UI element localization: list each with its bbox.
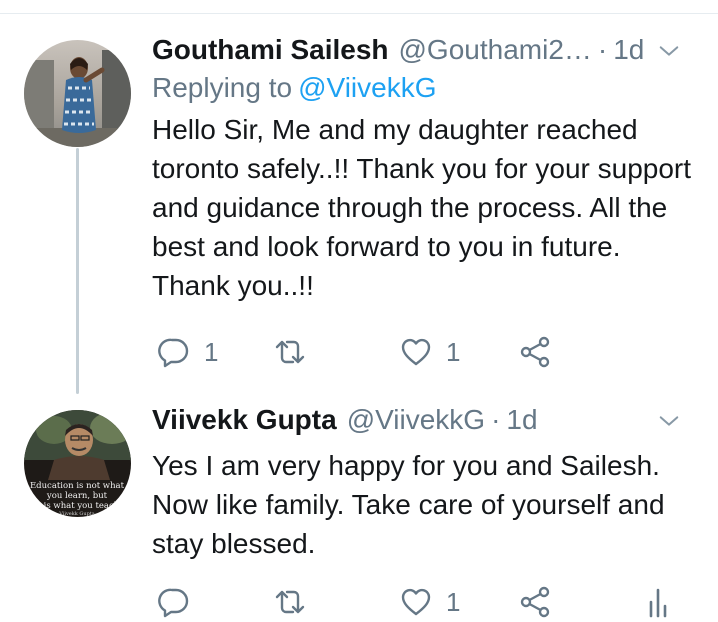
share-button[interactable] (520, 582, 552, 622)
retweet-button[interactable] (274, 582, 320, 622)
tweet-text: Hello Sir, Me and my daughter reached to… (152, 114, 692, 301)
like-icon (401, 338, 431, 366)
top-divider (0, 13, 718, 14)
separator-dot: · (597, 34, 608, 65)
reply-button[interactable] (158, 582, 204, 622)
svg-text:Education is not what: Education is not what (30, 481, 125, 491)
tweet-body: Gouthami Sailesh @Gouthami2… · 1d Replyi… (152, 30, 694, 305)
like-button[interactable]: 1 (400, 582, 460, 622)
share-icon (520, 586, 550, 618)
chevron-down-icon[interactable] (658, 40, 680, 62)
tweet-time[interactable]: 1d (613, 30, 644, 70)
retweet-icon (275, 590, 305, 614)
analytics-icon (649, 588, 667, 618)
svg-text:Viivekk Gupta: Viivekk Gupta (58, 511, 95, 517)
avatar-viivekk[interactable]: Education is not what you learn, but it … (24, 410, 131, 517)
author-handle[interactable]: @Gouthami2… (399, 30, 592, 70)
reply-button[interactable]: 1 (158, 332, 218, 372)
tweet-text: Yes I am very happy for you and Sailesh.… (152, 450, 665, 559)
author-name[interactable]: Gouthami Sailesh (152, 30, 389, 70)
chevron-down-icon[interactable] (658, 410, 680, 432)
thread-line (76, 148, 79, 394)
svg-text:you learn, but: you learn, but (46, 491, 108, 501)
like-button[interactable]: 1 (400, 332, 460, 372)
tweet-header: Gouthami Sailesh @Gouthami2… · 1d (152, 30, 694, 70)
analytics-button[interactable] (642, 582, 674, 622)
like-icon (401, 588, 431, 616)
like-count: 1 (446, 336, 461, 367)
tweet-header: Viivekk Gupta @ViivekkG · 1d (152, 400, 694, 440)
author-name[interactable]: Viivekk Gupta (152, 400, 337, 440)
author-handle[interactable]: @ViivekkG (347, 400, 485, 440)
retweet-icon (275, 340, 305, 364)
svg-text:it is what you teach: it is what you teach (35, 501, 120, 511)
separator-dot: · (491, 404, 501, 435)
like-count: 1 (446, 586, 461, 617)
tweet-body: Viivekk Gupta @ViivekkG · 1d Yes I am ve… (152, 400, 694, 563)
share-icon (520, 336, 550, 368)
reply-icon (158, 338, 189, 368)
tweet-actions: 1 (152, 582, 694, 622)
reply-count: 1 (204, 336, 219, 367)
replying-to-mention[interactable]: @ViivekkG (298, 72, 436, 103)
tweet-actions: 1 1 (152, 332, 694, 372)
replying-to-label: Replying to (152, 72, 293, 103)
replying-to: Replying to @ViivekkG (152, 70, 694, 106)
tweet-time[interactable]: 1d (506, 400, 537, 440)
share-button[interactable] (520, 332, 552, 372)
avatar-gouthami[interactable] (24, 40, 131, 147)
reply-icon (158, 588, 189, 618)
retweet-button[interactable] (274, 332, 320, 372)
